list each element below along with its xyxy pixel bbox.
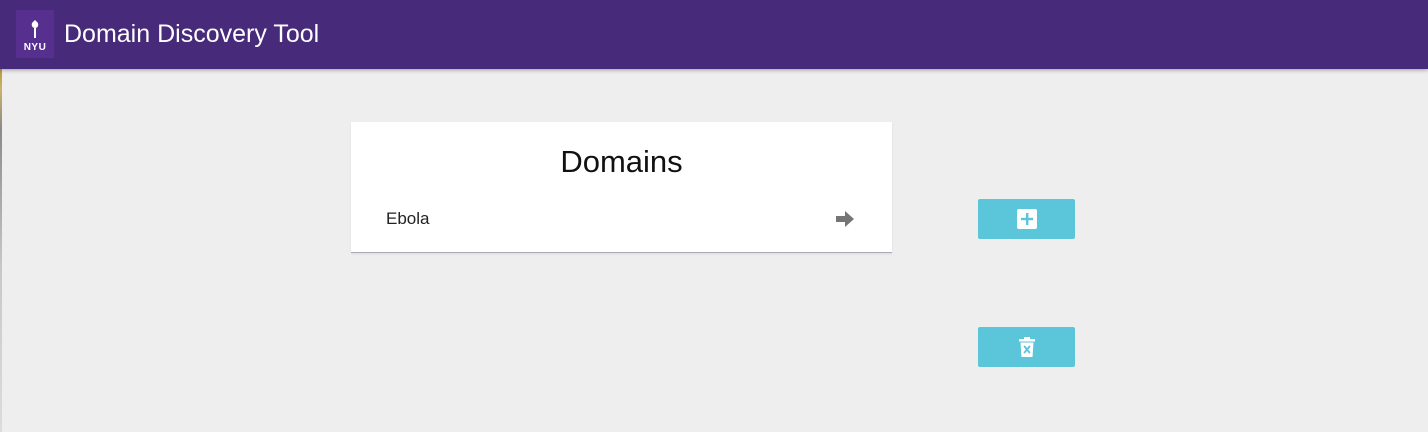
plus-square-icon	[1016, 209, 1037, 229]
add-domain-button[interactable]	[978, 199, 1075, 239]
open-domain-button[interactable]	[834, 208, 856, 230]
domains-panel: Domains Ebola	[351, 122, 892, 253]
app-title: Domain Discovery Tool	[64, 20, 320, 48]
app-bar: NYU Domain Discovery Tool	[0, 0, 1428, 69]
window-edge	[0, 69, 2, 432]
trash-x-icon	[1018, 337, 1035, 357]
logo-text: NYU	[23, 42, 47, 53]
arrow-right-icon	[836, 211, 854, 227]
torch-icon	[31, 20, 39, 38]
domain-name[interactable]: Ebola	[386, 209, 429, 229]
nyu-logo[interactable]: NYU	[16, 10, 54, 58]
domain-list-item[interactable]: Ebola	[351, 204, 892, 234]
delete-domain-button[interactable]	[978, 327, 1075, 367]
domains-title: Domains	[560, 144, 683, 179]
